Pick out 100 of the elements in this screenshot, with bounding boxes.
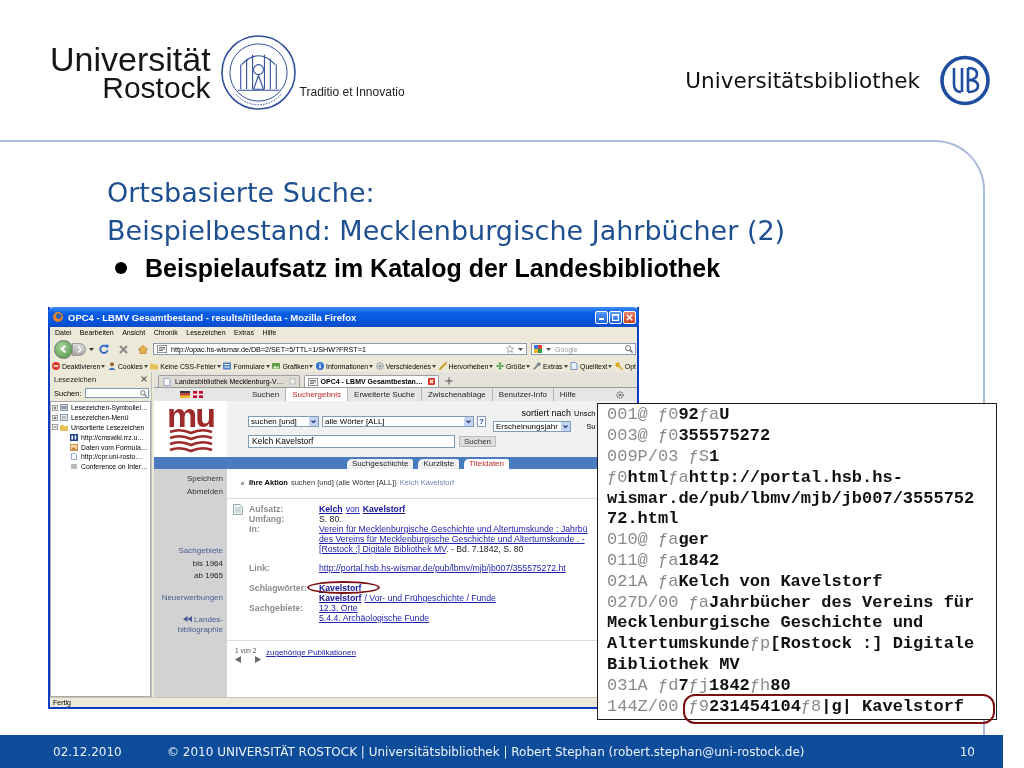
search-button[interactable]: Suchen xyxy=(459,436,496,447)
wrench-icon xyxy=(533,362,541,370)
maximize-button[interactable] xyxy=(609,310,622,324)
gear-icon xyxy=(375,362,384,370)
field-tag: 001@ xyxy=(607,408,648,423)
expand-icon[interactable] xyxy=(52,404,58,411)
field-label: Aufsatz: xyxy=(249,504,285,514)
field-content: ƒ0htmlƒahttp://portal.hsb.hs- xyxy=(607,470,903,485)
close-icon[interactable] xyxy=(141,376,147,382)
dropdown-icon xyxy=(464,417,473,426)
previous-icon[interactable] xyxy=(235,656,241,663)
search-input[interactable]: Kelch Kavelstorf xyxy=(248,435,455,448)
record-link[interactable]: http://portal.hsb.hs-wismar.de/pub/lbmv/mjb/jb007/355575272.ht xyxy=(319,563,566,573)
footer-text: © 2010 UNIVERSITÄT ROSTOCK | Universitätsbibliothek | Robert Stephan (robert.stephan@uni-rostock.de) xyxy=(167,744,805,759)
field-label: Schlagwörter: xyxy=(249,583,308,595)
side-link[interactable]: Neuerwerbungen xyxy=(161,591,223,604)
side-link[interactable]: Speichern xyxy=(186,472,223,485)
bullet-text: Beispielaufsatz im Katalog der Landesbibliothek xyxy=(145,255,721,281)
index-select[interactable]: alle Wörter [ALL] xyxy=(322,416,474,427)
picture-icon xyxy=(272,362,281,370)
field-content: 72.html xyxy=(607,512,679,527)
collapse-icon[interactable] xyxy=(52,424,58,431)
field-content: Altertumskundeƒp[Rostock :] Digitale xyxy=(607,637,975,652)
record-link[interactable]: Kavelstorf xyxy=(362,504,406,514)
text-box-icon xyxy=(157,345,167,353)
back-button[interactable] xyxy=(54,339,73,359)
view-tab[interactable]: Titeldaten xyxy=(464,459,509,469)
form-icon xyxy=(223,362,232,370)
side-link[interactable]: Abmelden xyxy=(186,485,223,498)
caret-icon xyxy=(526,364,531,368)
record-link[interactable]: von xyxy=(345,504,360,514)
record-link[interactable]: Verein für Mecklenburgische Geschichte und Altertumskunde : Jahrbü xyxy=(319,524,588,534)
home-icon[interactable] xyxy=(138,344,148,354)
university-city: Rostock xyxy=(102,75,211,101)
flag-icon[interactable] xyxy=(180,391,190,398)
field-content: ƒager xyxy=(658,533,709,548)
info-icon xyxy=(316,362,325,370)
window-title: OPC4 - LBMV Gesamtbestand - results/titledata - Mozilla Firefox xyxy=(68,311,357,323)
arrows-icon xyxy=(495,362,504,370)
key-icon xyxy=(614,362,623,370)
record-link[interactable]: / Vor- und Frühgeschichte / Funde xyxy=(364,593,496,603)
gear-icon[interactable] xyxy=(616,390,624,399)
side-link[interactable]: Sachgebiete xyxy=(178,545,223,558)
bookmark-search-field[interactable] xyxy=(85,388,149,398)
close-button[interactable] xyxy=(623,310,636,324)
page-icon xyxy=(70,453,78,461)
folder-icon xyxy=(150,362,159,370)
field-tag: 011@ xyxy=(607,553,648,568)
library-logo xyxy=(940,55,990,106)
record-link[interactable]: 12.3. Orte xyxy=(319,603,358,613)
caret-icon[interactable] xyxy=(518,347,523,351)
next-icon[interactable] xyxy=(255,656,261,663)
page-icon xyxy=(570,362,579,370)
caret-icon[interactable] xyxy=(89,347,94,351)
close-icon[interactable] xyxy=(427,378,435,385)
reload-icon[interactable] xyxy=(99,344,109,354)
field-tag: 027D/00 xyxy=(607,595,679,610)
operator-select[interactable]: suchen [und] xyxy=(248,416,319,427)
field-tag: 031A xyxy=(607,678,648,693)
caret-icon xyxy=(216,364,221,368)
caret-icon xyxy=(369,364,374,368)
toolbar-icon xyxy=(60,404,68,412)
maximize-icon xyxy=(612,313,619,321)
minimize-button[interactable] xyxy=(595,310,608,324)
picture-icon xyxy=(70,443,78,451)
person-icon xyxy=(107,362,116,370)
star-icon[interactable] xyxy=(506,345,514,353)
nav-tab[interactable]: Suchergebnis xyxy=(285,388,348,401)
expand-icon[interactable] xyxy=(52,414,58,421)
field-content: ƒa1842 xyxy=(658,553,720,568)
related-link[interactable]: zugehörige Publikationen xyxy=(266,648,356,663)
record-link[interactable]: des Vereins für Mecklenburgische Geschichte und Altertumskunde . - xyxy=(319,534,585,544)
nav-tab[interactable]: Suchen xyxy=(246,388,286,401)
record-link[interactable]: Kavelstorf xyxy=(319,583,362,593)
stop-icon[interactable] xyxy=(119,344,128,354)
field-content: ƒ092ƒaU xyxy=(658,408,730,423)
view-tab[interactable]: Kurzliste xyxy=(418,459,460,469)
close-icon xyxy=(626,313,633,321)
record-link[interactable]: Kelch xyxy=(319,504,343,514)
flag-icon[interactable] xyxy=(193,391,203,398)
search-icon[interactable] xyxy=(625,345,633,353)
plus-icon[interactable] xyxy=(444,377,453,385)
record-link[interactable]: 5.4.4. Archäologische Funde xyxy=(319,613,430,623)
record-link[interactable]: Kavelstorf xyxy=(319,593,362,603)
field-value: S. 80. xyxy=(319,514,342,524)
sort-select[interactable]: Erscheinungsjahr xyxy=(493,421,571,432)
field-tag: 003@ xyxy=(607,429,648,444)
caret-icon xyxy=(143,364,148,368)
field-content: ƒaKelch von Kavelstorf xyxy=(658,574,883,589)
library-name: Universitätsbibliothek xyxy=(685,67,920,94)
field-label: In: xyxy=(249,524,261,536)
caret-icon xyxy=(431,364,436,368)
field-content: ƒS1 xyxy=(688,450,720,464)
side-link[interactable]: Landes-bibliographie xyxy=(154,615,223,635)
minimize-icon xyxy=(599,318,604,320)
rewind-icon xyxy=(182,616,192,622)
list-icon xyxy=(60,414,68,422)
square-icon xyxy=(70,463,78,471)
view-tab[interactable]: Suchgeschichte xyxy=(347,459,414,469)
help-button[interactable]: ? xyxy=(477,416,486,427)
